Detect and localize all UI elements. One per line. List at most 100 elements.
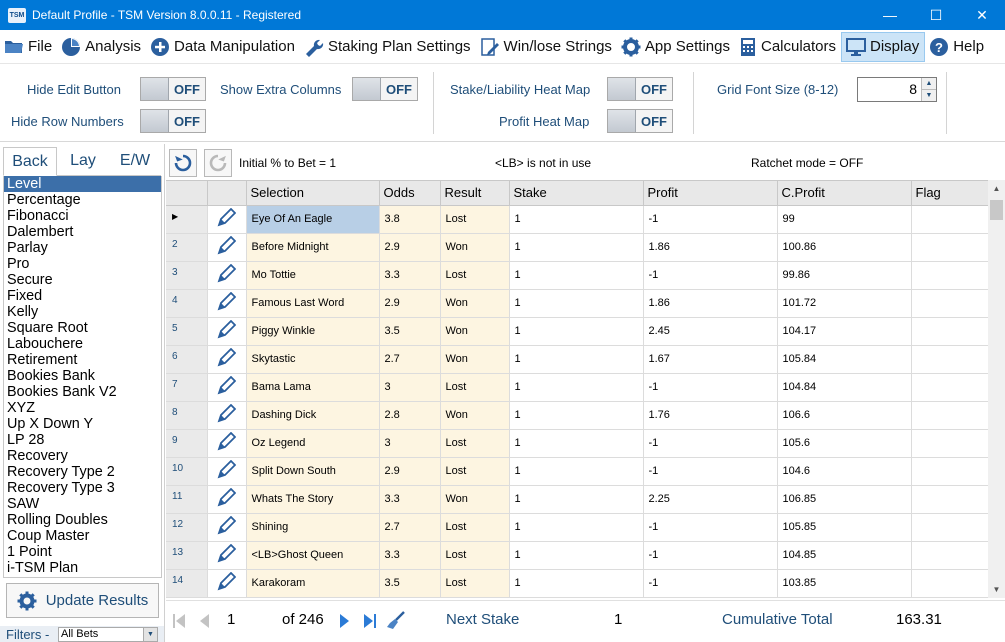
scroll-thumb[interactable] (990, 200, 1003, 220)
table-row[interactable]: ▶ Eye Of An Eagle 3.8 Lost 1 -1 99 (166, 205, 988, 234)
cprofit-cell[interactable]: 106.85 (777, 485, 912, 514)
first-page-icon[interactable] (172, 613, 186, 629)
tab-each-way[interactable]: E/W (109, 147, 161, 175)
cprofit-cell[interactable]: 104.85 (777, 541, 912, 570)
staking-plan-list[interactable]: Level Percentage Fibonacci Dalembert Par… (3, 176, 162, 578)
column-header-edit[interactable] (207, 181, 247, 206)
edit-cell[interactable] (207, 289, 247, 318)
cprofit-cell[interactable]: 105.84 (777, 345, 912, 374)
profit-cell[interactable]: 1.86 (643, 289, 778, 318)
row-number-cell[interactable]: 4 (166, 289, 208, 318)
update-results-button[interactable]: Update Results (6, 583, 159, 618)
plan-item[interactable]: Retirement (4, 352, 161, 368)
result-cell[interactable]: Lost (440, 429, 510, 458)
cprofit-cell[interactable]: 104.6 (777, 457, 912, 486)
chevron-down-icon[interactable]: ▼ (143, 627, 157, 641)
plan-item[interactable]: i-TSM Plan (4, 560, 161, 576)
table-row[interactable]: 5 Piggy Winkle 3.5 Won 1 2.45 104.17 (166, 317, 988, 346)
cprofit-cell[interactable]: 99.86 (777, 261, 912, 290)
profit-cell[interactable]: 2.25 (643, 485, 778, 514)
menu-help[interactable]: ? Help (925, 32, 989, 62)
stake-heatmap-toggle[interactable]: OFF (607, 77, 673, 101)
menu-data-manipulation[interactable]: Data Manipulation (146, 32, 300, 62)
profit-cell[interactable] (643, 597, 778, 598)
result-cell[interactable]: Won (440, 485, 510, 514)
odds-cell[interactable]: 3.3 (379, 485, 441, 514)
cprofit-cell[interactable]: 100.86 (777, 233, 912, 262)
selection-cell[interactable]: Eye Of An Eagle (246, 205, 380, 234)
menu-file[interactable]: File (0, 32, 57, 62)
odds-cell[interactable]: 3.5 (379, 569, 441, 598)
previous-page-icon[interactable] (198, 613, 210, 629)
odds-cell[interactable]: 3.3 (379, 261, 441, 290)
column-header-profit[interactable]: Profit (643, 181, 778, 206)
edit-cell[interactable] (207, 485, 247, 514)
refresh-button[interactable] (169, 149, 197, 177)
edit-cell[interactable] (207, 429, 247, 458)
row-number-cell[interactable]: 2 (166, 233, 208, 262)
selection-cell[interactable]: Shining (246, 513, 380, 542)
column-header-result[interactable]: Result (440, 181, 510, 206)
plan-item[interactable]: Pro (4, 256, 161, 272)
cprofit-cell[interactable] (777, 597, 912, 598)
row-number-cell[interactable]: 9 (166, 429, 208, 458)
table-row[interactable]: 11 Whats The Story 3.3 Won 1 2.25 106.85 (166, 485, 988, 514)
edit-cell[interactable] (207, 261, 247, 290)
column-header-rownum[interactable] (166, 181, 208, 206)
result-cell[interactable]: Won (440, 317, 510, 346)
flag-cell[interactable] (911, 373, 988, 402)
edit-cell[interactable] (207, 345, 247, 374)
plan-item[interactable]: Parlay (4, 240, 161, 256)
plan-item[interactable]: Fixed (4, 288, 161, 304)
plan-item[interactable]: 1 Point (4, 544, 161, 560)
row-number-cell[interactable]: 13 (166, 541, 208, 570)
flag-cell[interactable] (911, 401, 988, 430)
plan-item[interactable]: Kelly (4, 304, 161, 320)
flag-cell[interactable] (911, 597, 988, 598)
menu-staking-plan-settings[interactable]: Staking Plan Settings (300, 32, 476, 62)
cprofit-cell[interactable]: 103.85 (777, 569, 912, 598)
column-header-flag[interactable]: Flag (911, 181, 988, 206)
table-row[interactable]: 6 Skytastic 2.7 Won 1 1.67 105.84 (166, 345, 988, 374)
cprofit-cell[interactable]: 105.6 (777, 429, 912, 458)
selection-cell[interactable]: Oz Legend (246, 429, 380, 458)
result-cell[interactable]: Lost (440, 569, 510, 598)
odds-cell[interactable]: 2.7 (379, 345, 441, 374)
result-cell[interactable]: Won (440, 233, 510, 262)
stake-cell[interactable]: 1 (509, 457, 644, 486)
selection-cell[interactable]: Karakoram (246, 569, 380, 598)
odds-cell[interactable]: 2.8 (379, 401, 441, 430)
plan-item[interactable]: Up X Down Y (4, 416, 161, 432)
stake-cell[interactable]: 1 (509, 289, 644, 318)
result-cell[interactable]: Lost (440, 205, 510, 234)
selection-cell[interactable]: Bama Lama (246, 373, 380, 402)
plan-item[interactable]: Secure (4, 272, 161, 288)
odds-cell[interactable]: 2.9 (379, 233, 441, 262)
flag-cell[interactable] (911, 317, 988, 346)
stake-cell[interactable]: 1 (509, 569, 644, 598)
plan-item[interactable]: Bookies Bank V2 (4, 384, 161, 400)
spin-down-icon[interactable]: ▼ (922, 89, 936, 101)
selection-cell[interactable] (246, 597, 380, 598)
flag-cell[interactable] (911, 429, 988, 458)
selection-cell[interactable]: Split Down South (246, 457, 380, 486)
flag-cell[interactable] (911, 485, 988, 514)
profit-cell[interactable]: -1 (643, 373, 778, 402)
odds-cell[interactable]: 3 (379, 373, 441, 402)
plan-item[interactable]: Square Root (4, 320, 161, 336)
table-row[interactable]: 8 Dashing Dick 2.8 Won 1 1.76 106.6 (166, 401, 988, 430)
column-header-selection[interactable]: Selection (246, 181, 380, 206)
stake-cell[interactable]: 1 (509, 429, 644, 458)
flag-cell[interactable] (911, 233, 988, 262)
odds-cell[interactable]: 3.3 (379, 541, 441, 570)
flag-cell[interactable] (911, 513, 988, 542)
profit-cell[interactable]: -1 (643, 513, 778, 542)
selection-cell[interactable]: Piggy Winkle (246, 317, 380, 346)
flag-cell[interactable] (911, 345, 988, 374)
row-number-cell[interactable]: 12 (166, 513, 208, 542)
scroll-down-icon[interactable]: ▼ (988, 581, 1005, 598)
profit-cell[interactable]: -1 (643, 205, 778, 234)
flag-cell[interactable] (911, 457, 988, 486)
plan-item[interactable]: Rolling Doubles (4, 512, 161, 528)
flag-cell[interactable] (911, 261, 988, 290)
